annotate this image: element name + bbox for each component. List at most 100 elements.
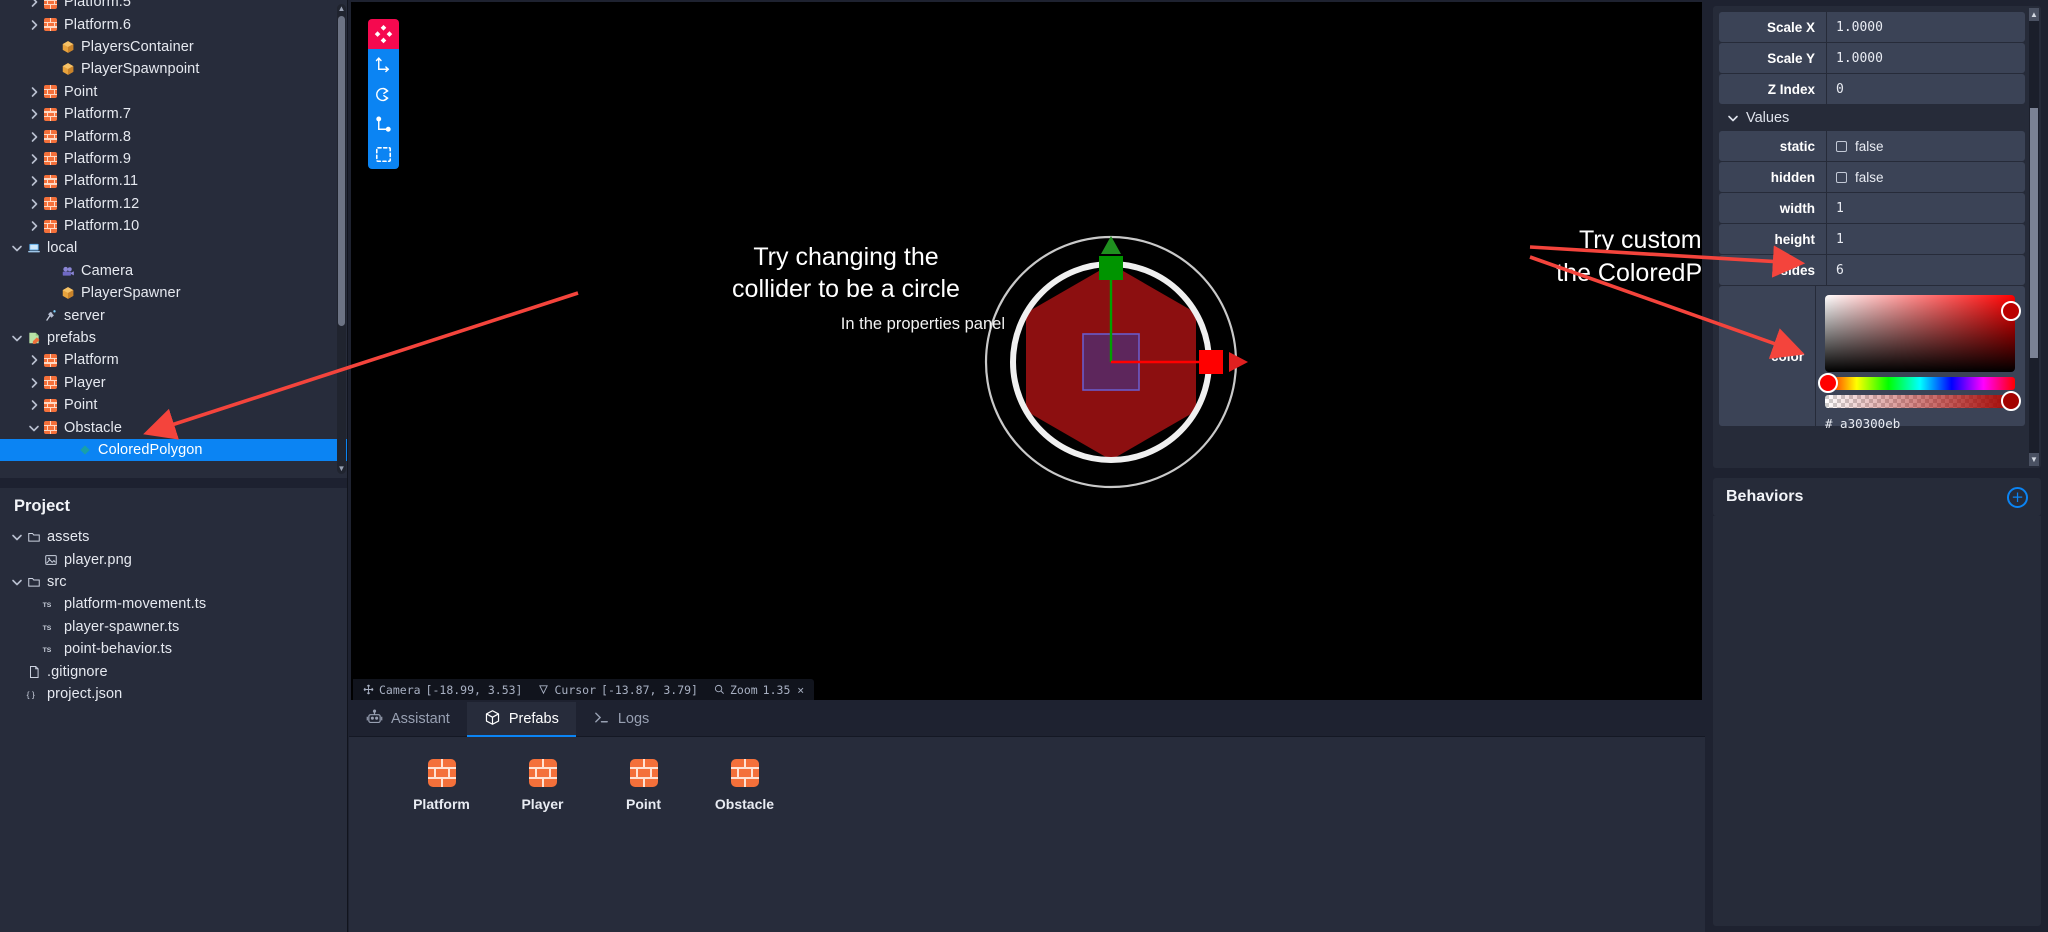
color-picker[interactable]: # a30300eb — [1815, 286, 2025, 431]
property-sides-value[interactable]: 6 — [1826, 255, 2025, 285]
dock-tab-logs[interactable]: Logs — [576, 702, 666, 736]
hierarchy-item[interactable]: Platform.9 — [0, 148, 347, 170]
add-behavior-button[interactable]: + — [2007, 486, 2028, 508]
select-tool[interactable] — [368, 19, 399, 49]
properties-scrollbar[interactable]: ▲ ▼ — [2029, 8, 2039, 466]
hierarchy-item[interactable]: Platform.5 — [0, 0, 347, 13]
scroll-down-icon[interactable]: ▼ — [337, 464, 346, 474]
hierarchy-scrollbar[interactable]: ▲ ▼ — [337, 4, 346, 474]
prefab-item-platform[interactable]: Platform — [391, 759, 492, 812]
hierarchy-item[interactable]: PlayerSpawnpoint — [0, 58, 347, 80]
property-hidden-checkbox[interactable] — [1836, 171, 1847, 183]
hierarchy-item[interactable]: Camera — [0, 260, 347, 282]
color-hue-handle[interactable] — [1818, 373, 1838, 393]
marquee-tool[interactable] — [368, 139, 399, 169]
property-scale-x-value[interactable]: 1.0000 — [1826, 12, 2025, 42]
props-scroll-down-icon[interactable]: ▼ — [2029, 453, 2039, 466]
chevron-right-icon[interactable] — [27, 0, 41, 13]
gizmo-x-handle[interactable] — [1199, 350, 1223, 374]
hierarchy-item[interactable]: Point — [0, 81, 347, 103]
property-height-value[interactable]: 1 — [1826, 224, 2025, 254]
chevron-down-icon[interactable] — [10, 327, 24, 349]
property-static-checkbox[interactable] — [1836, 140, 1847, 152]
gizmo-y-handle[interactable] — [1099, 256, 1123, 280]
hierarchy-item[interactable]: PlayerSpawner — [0, 282, 347, 304]
chevron-right-icon[interactable] — [27, 125, 41, 147]
hierarchy-item[interactable]: Platform.7 — [0, 103, 347, 125]
properties-panel[interactable]: Scale X 1.0000 Scale Y 1.0000 Z Index 0 Values… — [1713, 6, 2041, 468]
dock-tabbar[interactable]: Assistant Prefabs Logs — [349, 702, 1705, 737]
chevron-down-icon[interactable] — [10, 526, 24, 548]
scale-tool[interactable] — [368, 109, 399, 139]
hierarchy-item[interactable]: local — [0, 237, 347, 259]
scroll-up-icon[interactable]: ▲ — [337, 4, 346, 14]
prefab-item-player[interactable]: Player — [492, 759, 593, 812]
property-scale-y-value[interactable]: 1.0000 — [1826, 43, 2025, 73]
hierarchy-tree[interactable]: Platform.5 Platform.6 PlayersContainer Play… — [0, 0, 347, 478]
hierarchy-item[interactable]: Platform.8 — [0, 125, 347, 147]
values-section-header[interactable]: Values — [1719, 105, 2025, 131]
chevron-down-icon[interactable] — [27, 416, 41, 438]
property-z-index-value[interactable]: 0 — [1826, 74, 2025, 104]
chevron-right-icon[interactable] — [27, 170, 41, 192]
properties-scroll-thumb[interactable] — [2030, 108, 2038, 358]
property-hidden-value[interactable]: false — [1826, 162, 2025, 192]
prefab-item-obstacle[interactable]: Obstacle — [694, 759, 795, 812]
hierarchy-item[interactable]: Platform.6 — [0, 13, 347, 35]
hierarchy-item[interactable]: Platform — [0, 349, 347, 371]
chevron-right-icon[interactable] — [27, 148, 41, 170]
move-tool[interactable] — [368, 49, 399, 79]
hierarchy-item[interactable]: Platform.10 — [0, 215, 347, 237]
hierarchy-item[interactable]: PlayersContainer — [0, 36, 347, 58]
project-item[interactable]: TS platform-movement.ts — [0, 593, 347, 615]
panel-divider[interactable] — [0, 478, 347, 488]
left-panel: Platform.5 Platform.6 PlayersContainer Play… — [0, 0, 348, 932]
hierarchy-item[interactable]: ColoredPolygon — [0, 438, 347, 462]
project-item[interactable]: assets — [0, 526, 347, 548]
project-item[interactable]: { } project.json — [0, 683, 347, 705]
hierarchy-scroll-thumb[interactable] — [338, 16, 345, 326]
project-item-label: src — [47, 573, 67, 590]
hierarchy-item[interactable]: Point — [0, 394, 347, 416]
chevron-right-icon[interactable] — [27, 193, 41, 215]
color-alpha-slider[interactable] — [1825, 391, 2021, 411]
color-hex-value[interactable]: # a30300eb — [1825, 416, 1900, 431]
prefab-grid[interactable]: Platform Player Point Obstacle — [349, 737, 1705, 932]
chevron-down-icon[interactable] — [10, 237, 24, 259]
hierarchy-item[interactable]: prefabs — [0, 327, 347, 349]
scene-viewport[interactable]: Try changing the collider to be a circle… — [351, 2, 1702, 700]
chevron-right-icon[interactable] — [27, 349, 41, 371]
chevron-right-icon[interactable] — [27, 81, 41, 103]
property-static-value[interactable]: false — [1826, 131, 2025, 161]
project-item[interactable]: TS player-spawner.ts — [0, 616, 347, 638]
color-saturation-value-area[interactable] — [1825, 295, 2021, 372]
property-width-value[interactable]: 1 — [1826, 193, 2025, 223]
chevron-down-icon[interactable] — [10, 571, 24, 593]
project-item[interactable]: TS point-behavior.ts — [0, 638, 347, 660]
color-sv-handle[interactable] — [2001, 301, 2021, 321]
project-item[interactable]: .gitignore — [0, 660, 347, 682]
chevron-right-icon[interactable] — [27, 103, 41, 125]
dock-tab-assistant[interactable]: Assistant — [349, 702, 467, 736]
tool-palette[interactable] — [368, 19, 399, 169]
dock-tab-prefabs[interactable]: Prefabs — [466, 702, 576, 737]
hierarchy-item[interactable]: server — [0, 304, 347, 326]
hierarchy-item-label: Platform.12 — [64, 195, 140, 212]
rotate-tool[interactable] — [368, 79, 399, 109]
prefab-item-point[interactable]: Point — [593, 759, 694, 812]
hierarchy-item[interactable]: Platform.11 — [0, 170, 347, 192]
hierarchy-item[interactable]: Platform.12 — [0, 193, 347, 215]
chevron-right-icon[interactable] — [27, 215, 41, 237]
project-item[interactable]: src — [0, 571, 347, 593]
right-panel: Scale X 1.0000 Scale Y 1.0000 Z Index 0 Values… — [1706, 0, 2048, 932]
props-scroll-up-icon[interactable]: ▲ — [2029, 8, 2039, 21]
chevron-right-icon[interactable] — [27, 372, 41, 394]
chevron-right-icon[interactable] — [27, 13, 41, 35]
color-alpha-handle[interactable] — [2001, 391, 2021, 411]
scene-object-colored-polygon[interactable] — [911, 202, 1311, 522]
project-item[interactable]: player.png — [0, 548, 347, 570]
color-hue-slider[interactable] — [1818, 373, 2015, 393]
hierarchy-item[interactable]: Obstacle — [0, 416, 347, 438]
chevron-right-icon[interactable] — [27, 394, 41, 416]
hierarchy-item[interactable]: Player — [0, 372, 347, 394]
